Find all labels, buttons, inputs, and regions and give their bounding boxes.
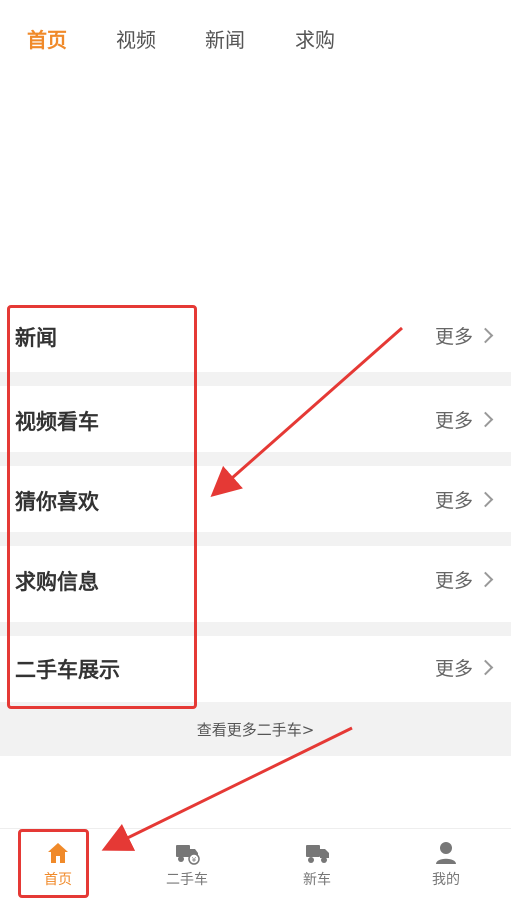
more-link[interactable]: 更多 xyxy=(435,654,473,681)
tab-home[interactable]: 首页 xyxy=(27,26,67,54)
chevron-right-icon[interactable] xyxy=(477,411,494,428)
used-truck-icon: ¥ xyxy=(176,845,200,865)
see-more-used-cars[interactable]: 查看更多二手车> xyxy=(0,702,511,756)
user-icon xyxy=(436,842,456,864)
chevron-right-icon[interactable] xyxy=(477,327,494,344)
more-link[interactable]: 更多 xyxy=(435,486,473,513)
bottom-nav-label: 新车 xyxy=(303,872,331,888)
bottom-nav-used-cars[interactable]: ¥ 二手车 xyxy=(137,829,237,897)
more-link[interactable]: 更多 xyxy=(435,406,473,433)
more-link[interactable]: 更多 xyxy=(435,566,473,593)
annotation-highlight-box xyxy=(7,305,197,709)
more-link[interactable]: 更多 xyxy=(435,322,473,349)
truck-icon xyxy=(306,845,329,863)
bottom-nav-label: 我的 xyxy=(432,872,460,888)
tab-news[interactable]: 新闻 xyxy=(205,26,245,54)
see-more-label[interactable]: 查看更多二手车> xyxy=(0,719,511,740)
chevron-right-icon[interactable] xyxy=(477,571,494,588)
tab-video[interactable]: 视频 xyxy=(116,26,156,54)
chevron-right-icon[interactable] xyxy=(477,659,494,676)
chevron-right-icon[interactable] xyxy=(477,491,494,508)
bottom-nav-label: 二手车 xyxy=(166,872,208,888)
svg-text:¥: ¥ xyxy=(192,856,197,864)
tab-purchase[interactable]: 求购 xyxy=(295,26,335,54)
bottom-nav-mine[interactable]: 我的 xyxy=(396,829,496,897)
top-tab-bar: 首页 视频 新闻 求购 xyxy=(0,0,511,80)
bottom-nav-new-cars[interactable]: 新车 xyxy=(267,829,367,897)
annotation-highlight-box xyxy=(18,829,89,898)
